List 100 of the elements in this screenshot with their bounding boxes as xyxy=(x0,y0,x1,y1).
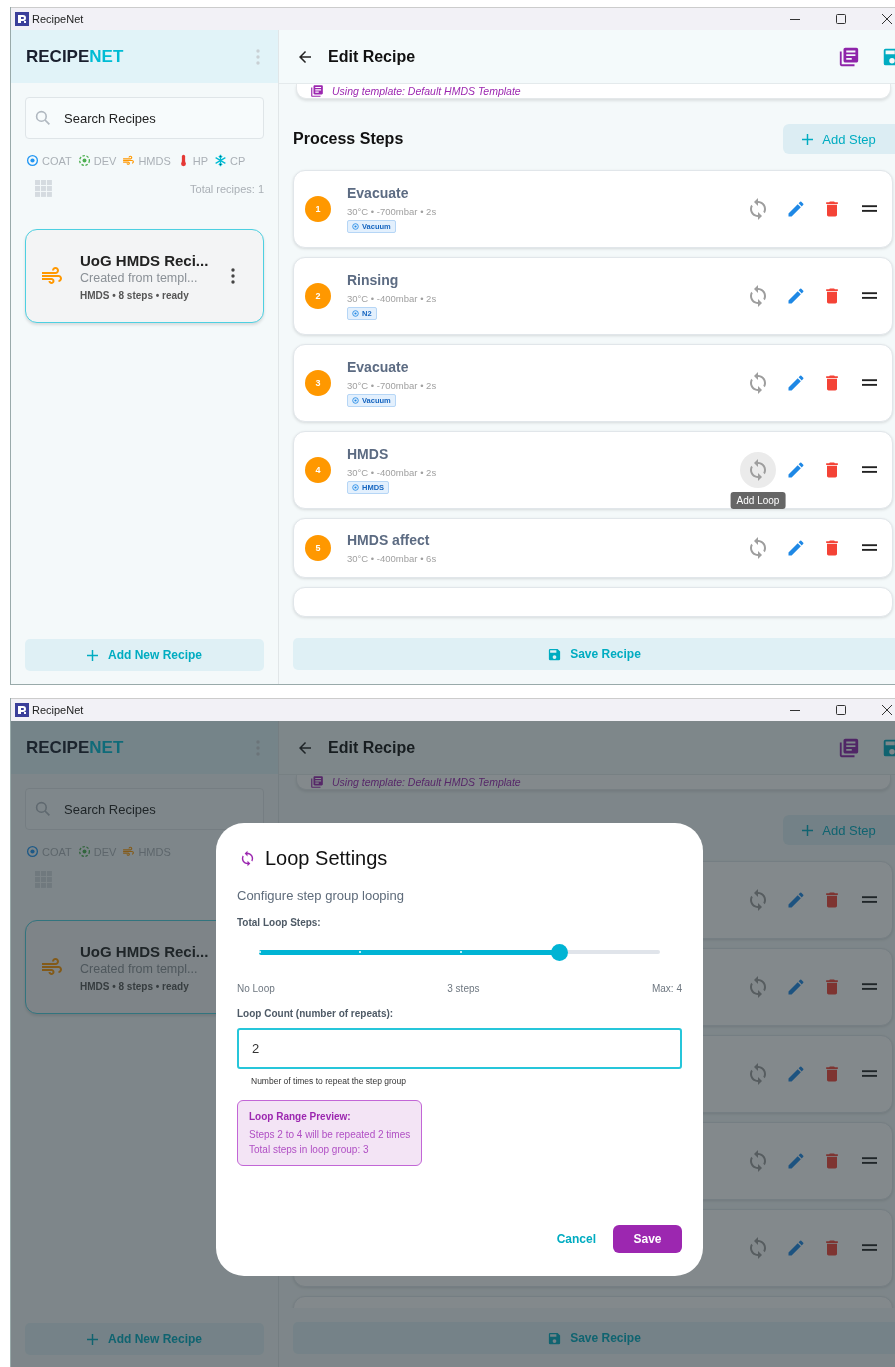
drag-handle-icon[interactable] xyxy=(862,896,877,904)
window-title: RecipeNet xyxy=(32,13,84,25)
window-title: RecipeNet xyxy=(32,704,84,716)
save-recipe-button[interactable]: Save Recipe xyxy=(293,638,895,670)
save-button[interactable]: Save xyxy=(613,1225,682,1253)
drag-handle-icon[interactable] xyxy=(862,983,877,991)
step-number: 5 xyxy=(305,535,331,561)
book-stack-icon xyxy=(310,775,324,789)
close-icon[interactable] xyxy=(882,14,892,24)
pencil-icon[interactable] xyxy=(786,890,806,910)
step-details: 30°C • -700mbar • 2s xyxy=(347,206,437,217)
slider-thumb[interactable] xyxy=(551,943,569,961)
preview-line: Steps 2 to 4 will be repeated 2 times xyxy=(249,1129,411,1140)
book-stack-icon[interactable] xyxy=(838,45,860,68)
app-logo: RECIPENET xyxy=(26,46,124,67)
pencil-icon[interactable] xyxy=(786,977,806,997)
loop-count-field[interactable]: 2 xyxy=(237,1028,682,1069)
step-number: 4 xyxy=(305,457,331,483)
slider-value-label: 3 steps xyxy=(447,983,480,994)
filter-label[interactable]: HMDS xyxy=(138,154,171,167)
add-recipe-button[interactable]: Add New Recipe xyxy=(25,1323,264,1355)
recipe-description: Created from templ... xyxy=(80,270,199,285)
search-icon xyxy=(35,801,51,817)
add-step-button[interactable]: Add Step xyxy=(783,124,895,154)
pencil-icon[interactable] xyxy=(786,373,806,393)
page-title: Edit Recipe xyxy=(328,738,416,757)
slider-max-label: Max: 4 xyxy=(651,983,682,994)
drag-handle-icon[interactable] xyxy=(862,205,877,213)
target-icon xyxy=(352,223,359,230)
plus-icon xyxy=(87,649,98,661)
recipe-name: UoG HMDS Reci... xyxy=(80,251,210,269)
step-number: 3 xyxy=(305,370,331,396)
filter-label[interactable]: CP xyxy=(230,154,246,167)
step-details: 30°C • -400mbar • 2s xyxy=(347,467,437,478)
pencil-icon[interactable] xyxy=(786,1064,806,1084)
close-icon[interactable] xyxy=(882,705,892,715)
sync-icon xyxy=(239,850,256,867)
book-stack-icon[interactable] xyxy=(838,736,860,759)
step-name: HMDS xyxy=(347,446,389,462)
step-name: Evacuate xyxy=(347,359,409,375)
drag-handle-icon[interactable] xyxy=(862,544,877,552)
step-number: 2 xyxy=(305,283,331,309)
app-logo-icon xyxy=(15,12,29,26)
filter-label[interactable]: DEV xyxy=(93,154,117,167)
step-card[interactable]: 5 HMDS affect 30°C • -400mbar • 6s xyxy=(293,518,893,578)
search-field[interactable]: Search Recipes xyxy=(25,97,264,139)
page-title: Edit Recipe xyxy=(328,47,416,66)
recipe-name: UoG HMDS Reci... xyxy=(80,942,210,960)
step-name: Rinsing xyxy=(347,272,399,288)
save-icon xyxy=(547,1330,563,1346)
pencil-icon[interactable] xyxy=(786,199,806,219)
step-name: Evacuate xyxy=(347,185,409,201)
wind-icon xyxy=(122,845,136,858)
target-icon xyxy=(352,397,359,404)
drag-handle-icon[interactable] xyxy=(862,379,877,387)
step-number: 1 xyxy=(305,196,331,222)
app-logo: RECIPENET xyxy=(26,737,124,758)
maximize-icon[interactable] xyxy=(836,705,846,715)
step-name: HMDS affect xyxy=(347,532,430,548)
dashed-circle-icon xyxy=(77,845,91,858)
pencil-icon[interactable] xyxy=(786,460,806,480)
drag-handle-icon[interactable] xyxy=(862,1244,877,1252)
target-icon xyxy=(26,154,39,167)
recipe-meta: HMDS • 8 steps • ready xyxy=(80,980,190,992)
snowflake-icon xyxy=(214,154,228,167)
pencil-icon[interactable] xyxy=(786,538,806,558)
pencil-icon[interactable] xyxy=(786,286,806,306)
search-field[interactable]: Search Recipes xyxy=(25,788,264,830)
sync-icon[interactable] xyxy=(740,452,776,488)
preview-title: Loop Range Preview: xyxy=(249,1111,352,1122)
section-title: Process Steps xyxy=(293,130,404,148)
dialog-title: Loop Settings xyxy=(265,847,388,870)
plus-icon xyxy=(802,824,814,836)
add-recipe-button[interactable]: Add New Recipe xyxy=(25,639,264,671)
target-icon xyxy=(26,845,39,858)
preview-line: Total steps in loop group: 3 xyxy=(249,1144,370,1155)
drag-handle-icon[interactable] xyxy=(862,292,877,300)
recipe-card[interactable]: UoG HMDS Reci... Created from templ... HMDS • 8 steps • ready xyxy=(25,229,264,323)
pencil-icon[interactable] xyxy=(786,1151,806,1171)
more-vertical-icon[interactable] xyxy=(231,268,235,284)
plus-icon xyxy=(802,133,814,145)
template-note: Using template: Default HMDS Template xyxy=(332,776,521,788)
drag-handle-icon[interactable] xyxy=(862,1157,877,1165)
dashed-circle-icon xyxy=(77,154,91,167)
save-recipe-button[interactable]: Save Recipe xyxy=(293,1322,895,1354)
add-step-button[interactable]: Add Step xyxy=(783,815,895,845)
filter-label[interactable]: HP xyxy=(192,154,209,167)
search-icon xyxy=(35,110,51,126)
pencil-icon[interactable] xyxy=(786,1238,806,1258)
app-logo-icon xyxy=(15,703,29,717)
filter-label[interactable]: COAT xyxy=(42,154,72,167)
plus-icon xyxy=(87,1333,98,1345)
maximize-icon[interactable] xyxy=(836,14,846,24)
drag-handle-icon[interactable] xyxy=(862,1070,877,1078)
target-icon xyxy=(352,484,359,491)
drag-handle-icon[interactable] xyxy=(862,466,877,474)
helper-text: Number of times to repeat the step group xyxy=(251,1076,407,1086)
cancel-button[interactable]: Cancel xyxy=(556,1232,596,1246)
recipe-meta: HMDS • 8 steps • ready xyxy=(80,289,190,301)
wind-icon xyxy=(122,154,136,167)
